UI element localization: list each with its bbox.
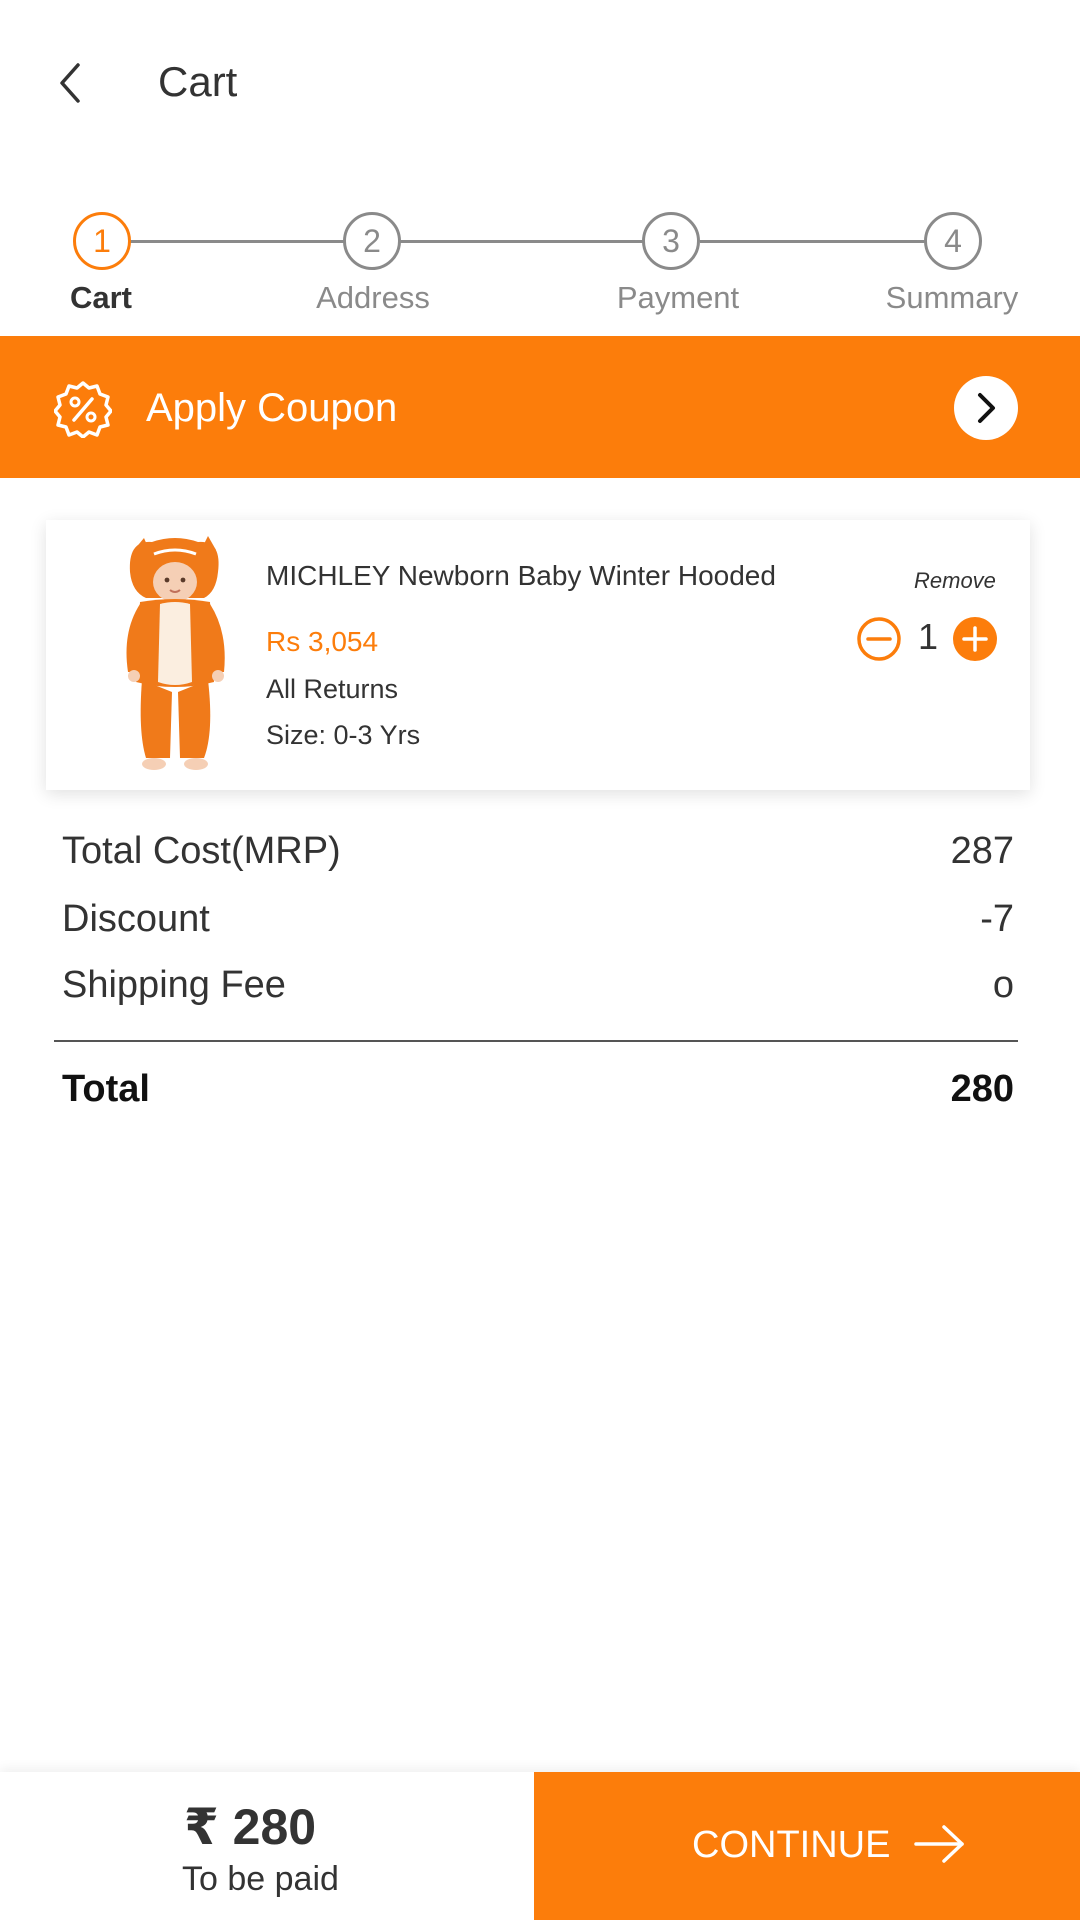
coupon-arrow-button[interactable]: [954, 376, 1018, 440]
summary-label: Discount: [62, 898, 210, 940]
total-value: 280: [950, 1068, 1014, 1110]
amount-caption: To be paid: [182, 1860, 339, 1898]
step-2-circle: 2: [343, 212, 401, 270]
back-button[interactable]: [50, 58, 90, 108]
app-header: Cart: [0, 0, 1080, 166]
step-connector: [130, 240, 344, 243]
step-connector: [400, 240, 644, 243]
decrease-quantity-button[interactable]: [856, 616, 902, 662]
summary-value: -7: [980, 898, 1014, 940]
continue-label: CONTINUE: [692, 1824, 891, 1866]
continue-button[interactable]: CONTINUE: [534, 1772, 1080, 1920]
summary-value: o: [992, 964, 1014, 1006]
step-4-label: Summary: [885, 280, 1019, 315]
quantity-value: 1: [918, 616, 939, 657]
chevron-left-icon: [60, 63, 80, 103]
page-title: Cart: [158, 58, 238, 105]
increase-quantity-button[interactable]: [952, 616, 998, 662]
step-1-label: Cart: [69, 280, 133, 315]
cart-item-card: MICHLEY Newborn Baby Winter Hooded Rs 3,…: [46, 520, 1030, 790]
step-1-circle: 1: [73, 212, 131, 270]
summary-label: Total Cost(MRP): [62, 830, 341, 872]
product-name[interactable]: MICHLEY Newborn Baby Winter Hooded: [266, 560, 776, 592]
summary-value: 287: [950, 830, 1014, 872]
step-2-label: Address: [316, 280, 430, 315]
arrow-right-icon: [914, 1825, 964, 1863]
step-connector: [700, 240, 926, 243]
product-size: Size: 0-3 Yrs: [266, 720, 421, 750]
apply-coupon-label: Apply Coupon: [146, 386, 398, 430]
amount-to-pay: ₹ 280: [184, 1799, 317, 1855]
step-3-circle: 3: [642, 212, 700, 270]
total-label: Total: [62, 1068, 150, 1110]
summary-divider: [54, 1040, 1018, 1042]
return-policy: All Returns: [266, 674, 399, 704]
summary-label: Shipping Fee: [62, 964, 286, 1006]
chevron-right-icon: [978, 393, 995, 423]
product-image[interactable]: [100, 532, 250, 776]
discount-badge-icon: [54, 381, 112, 438]
checkout-footer: ₹ 280 To be paid CONTINUE: [0, 1772, 1080, 1920]
apply-coupon-bar[interactable]: Apply Coupon: [0, 336, 1080, 478]
product-price: Rs 3,054: [266, 626, 379, 657]
step-3-label: Payment: [616, 280, 740, 315]
remove-button[interactable]: Remove: [914, 568, 996, 594]
checkout-stepper: 1 2 3 4 Cart Address Payment Summary: [0, 166, 1080, 336]
step-4-circle: 4: [924, 212, 982, 270]
